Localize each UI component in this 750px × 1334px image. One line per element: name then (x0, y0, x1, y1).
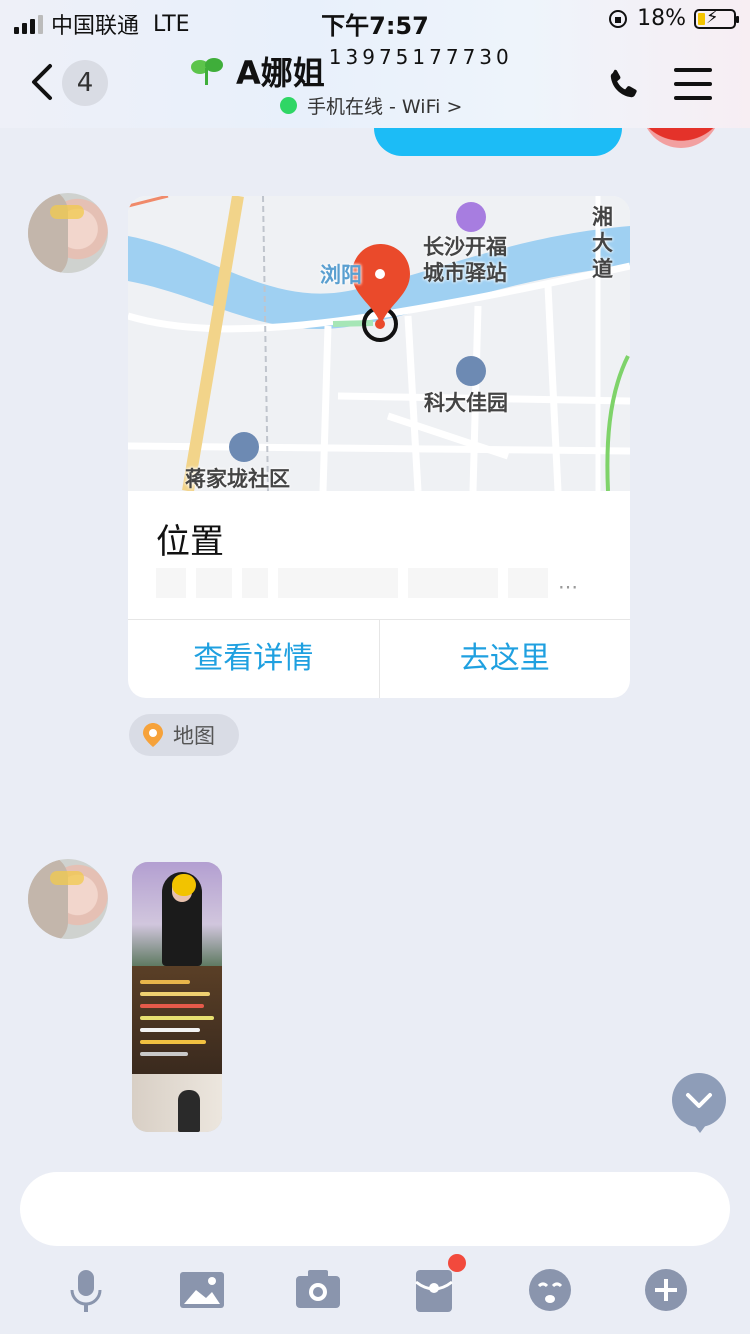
view-details-button[interactable]: 查看详情 (128, 620, 380, 698)
menu-icon[interactable] (674, 68, 712, 102)
map-label-community-2: 蒋家垅社区 (185, 467, 290, 491)
map-tag-label: 地图 (173, 724, 215, 748)
online-dot-icon (280, 97, 297, 114)
image-message[interactable] (132, 862, 222, 1132)
sprout-icon (191, 58, 223, 85)
building-icon (456, 356, 486, 386)
back-chevron-icon[interactable] (28, 62, 58, 102)
image-icon[interactable] (178, 1266, 226, 1314)
camera-icon[interactable] (294, 1266, 342, 1314)
notification-dot (448, 1254, 466, 1272)
red-packet-icon[interactable] (410, 1266, 458, 1314)
message-input[interactable] (20, 1172, 730, 1246)
chevron-down-icon (686, 1093, 712, 1108)
scroll-to-bottom-button[interactable] (672, 1073, 726, 1133)
navigate-button[interactable]: 去这里 (380, 620, 631, 698)
contact-phone: 13975177730 (328, 45, 513, 69)
battery-percent: 18% (637, 6, 686, 31)
map-label-road: 湘大道 (592, 205, 613, 281)
hotel-icon (456, 202, 486, 232)
building-icon (229, 432, 259, 462)
map-source-tag[interactable]: 地图 (129, 714, 239, 756)
contact-title[interactable]: A娜姐 13975177730 (190, 45, 513, 94)
plus-icon[interactable] (642, 1266, 690, 1314)
status-bar: 中国联通 LTE 下午7:57 18% ⚡ (0, 0, 750, 40)
orientation-lock-icon (609, 9, 628, 28)
map-label-community-1: 科大佳园 (424, 391, 508, 415)
contact-name: A娜姐 (236, 54, 325, 92)
map-label-river: 浏阳 (320, 263, 362, 287)
location-address: … (156, 568, 596, 598)
location-address-text: … (558, 569, 578, 594)
location-pin-icon (143, 723, 163, 747)
location-title: 位置 (156, 522, 224, 562)
map-graphic (128, 196, 630, 491)
online-status[interactable]: 手机在线 - WiFi > (280, 92, 462, 119)
microphone-icon[interactable] (62, 1266, 110, 1314)
input-area (0, 1156, 750, 1334)
map-label-hotel: 长沙开福 城市驿站 (423, 235, 507, 285)
phone-call-icon[interactable] (604, 66, 642, 104)
location-card[interactable]: 浏阳 长沙开福 城市驿站 湘大道 科大佳园 蒋家垅社区 位置 … 查看详情 去这… (128, 196, 630, 698)
online-status-text: 手机在线 - WiFi > (307, 96, 463, 118)
location-map[interactable]: 浏阳 长沙开福 城市驿站 湘大道 科大佳园 蒋家垅社区 (128, 196, 630, 491)
battery-icon: ⚡ (694, 7, 739, 29)
emoji-icon[interactable] (526, 1266, 574, 1314)
contact-avatar[interactable] (28, 193, 108, 273)
contact-avatar[interactable] (28, 859, 108, 939)
unread-count-badge[interactable]: 4 (62, 60, 108, 106)
